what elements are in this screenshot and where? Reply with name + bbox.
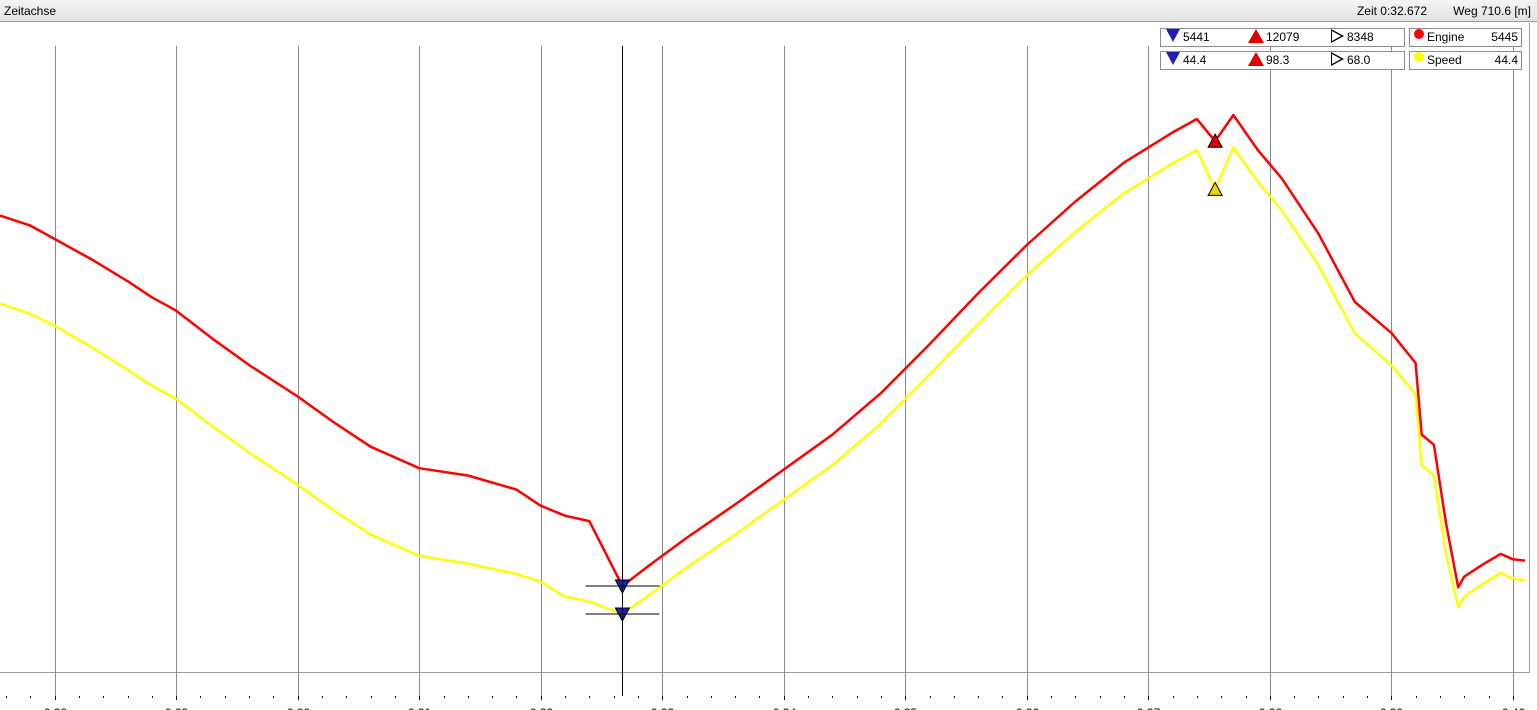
engine-avg-value: 8348 bbox=[1347, 30, 1374, 44]
legend-channel-speed[interactable]: Speed 44.4 bbox=[1409, 51, 1522, 70]
speed-max-value: 98.3 bbox=[1266, 53, 1290, 67]
x-tick-label: 0:38 bbox=[1259, 706, 1283, 710]
cursor-layer bbox=[585, 46, 660, 696]
marker-layer bbox=[614, 133, 1223, 623]
avg-triangle-icon bbox=[1331, 52, 1344, 66]
legend-stats-speed: 44.4 98.3 68.0 bbox=[1160, 51, 1405, 70]
max-triangle-icon bbox=[1248, 52, 1264, 66]
engine-min-value: 5441 bbox=[1183, 30, 1210, 44]
engine-max-value: 12079 bbox=[1266, 30, 1300, 44]
x-tick-label: 0:36 bbox=[1016, 706, 1040, 710]
x-tick-label: 0:40 bbox=[1502, 706, 1526, 710]
engine-channel-name: Engine bbox=[1427, 30, 1465, 44]
distance-readout: Weg 710.6 [m] bbox=[1453, 4, 1531, 18]
chart-title-bar: Zeitachse Zeit 0:32.672 Weg 710.6 [m] bbox=[0, 0, 1537, 22]
max-triangle-icon bbox=[1248, 29, 1264, 43]
x-tick-label: 0:34 bbox=[773, 706, 797, 710]
x-tick-label: 0:29 bbox=[165, 706, 189, 710]
x-tick-label: 0:32 bbox=[530, 706, 554, 710]
speed-min-value: 44.4 bbox=[1183, 53, 1207, 67]
x-tick-label: 0:39 bbox=[1380, 706, 1404, 710]
x-tick-label: 0:37 bbox=[1137, 706, 1161, 710]
speed-current-value: 44.4 bbox=[1494, 53, 1518, 67]
legend-channel-engine[interactable]: Engine 5445 bbox=[1409, 28, 1522, 47]
min-triangle-icon bbox=[1166, 52, 1180, 65]
legend-stats-engine: 5441 12079 8348 bbox=[1160, 28, 1405, 47]
series-layer bbox=[0, 113, 1526, 616]
x-tick-label: 0:31 bbox=[408, 706, 432, 710]
max-marker-speed bbox=[1207, 181, 1223, 196]
x-tick-label: 0:30 bbox=[287, 706, 311, 710]
min-triangle-icon bbox=[1166, 29, 1180, 42]
speed-color-dot-icon bbox=[1414, 52, 1424, 62]
x-tick-label: 0:35 bbox=[894, 706, 918, 710]
engine-current-value: 5445 bbox=[1491, 30, 1518, 44]
x-axis-ticks: 0:28 0:29 0:30 0:31 0:32 0:33 0:34 0:35 0:36 0:37… bbox=[6, 696, 1526, 710]
x-tick-label: 0:28 bbox=[44, 706, 68, 710]
x-tick-label: 0:33 bbox=[651, 706, 675, 710]
speed-channel-name: Speed bbox=[1427, 53, 1462, 67]
grid-layer bbox=[55, 46, 1514, 696]
chart-title: Zeitachse bbox=[4, 4, 57, 18]
line-chart[interactable]: 0:28 0:29 0:30 0:31 0:32 0:33 0:34 0:35 0:36 0:37… bbox=[0, 23, 1530, 710]
avg-triangle-icon bbox=[1331, 29, 1344, 43]
plot-area[interactable]: 0:28 0:29 0:30 0:31 0:32 0:33 0:34 0:35 0:36 0:37… bbox=[0, 23, 1530, 710]
engine-color-dot-icon bbox=[1414, 29, 1424, 39]
series-line-speed bbox=[0, 146, 1526, 616]
time-readout: Zeit 0:32.672 bbox=[1356, 4, 1427, 18]
speed-avg-value: 68.0 bbox=[1347, 53, 1371, 67]
